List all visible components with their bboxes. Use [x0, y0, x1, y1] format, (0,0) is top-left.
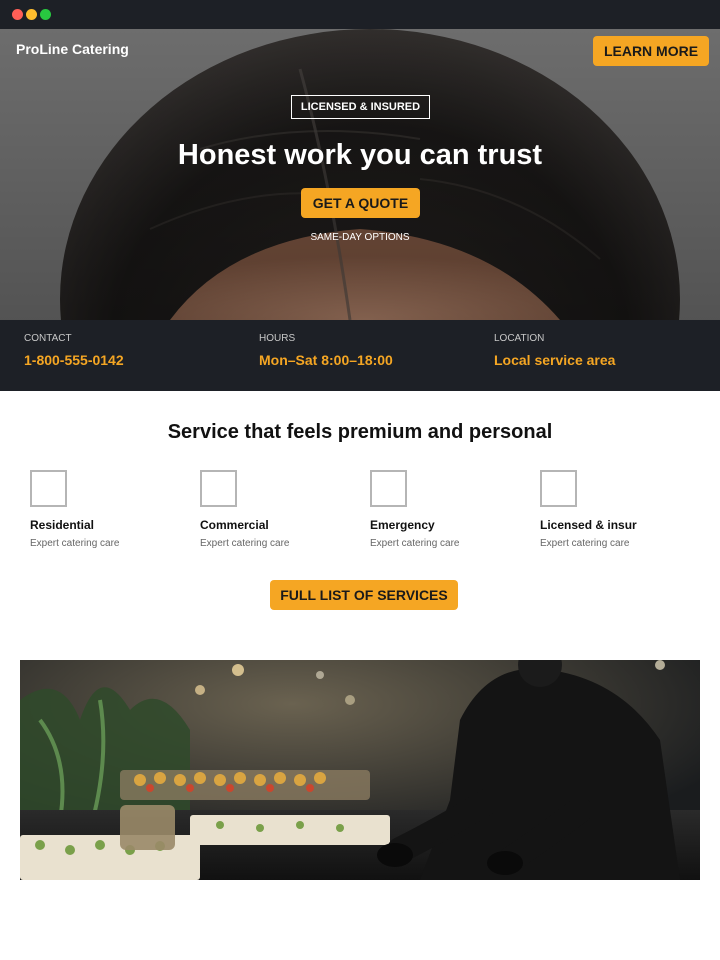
services-heading: Service that feels premium and personal: [167, 421, 553, 443]
service-card-commercial[interactable]: Commercial Expert catering care: [200, 470, 350, 549]
service-description: Expert catering care: [200, 538, 290, 549]
window-titlebar: [0, 0, 720, 29]
hero-title: Honest work you can trust: [177, 139, 543, 171]
info-label: CONTACT: [24, 333, 72, 344]
info-location: LOCATION Local service area: [494, 333, 615, 368]
service-card-licensed[interactable]: Licensed & insur Expert catering care: [540, 470, 690, 549]
service-description: Expert catering care: [540, 538, 630, 549]
service-title: Residential: [30, 518, 95, 532]
hero-subtitle: SAME-DAY OPTIONS: [310, 232, 410, 243]
hero-background-image: [0, 29, 720, 320]
service-icon-placeholder: [370, 470, 407, 507]
info-bar: CONTACT 1-800-555-0142 HOURS Mon–Sat 8:0…: [0, 320, 720, 391]
info-label: HOURS: [259, 333, 296, 344]
service-card-residential[interactable]: Residential Expert catering care: [30, 470, 180, 549]
service-description: Expert catering care: [370, 538, 460, 549]
catering-photo: [20, 660, 700, 880]
brand-logo[interactable]: ProLine Catering: [16, 41, 129, 57]
info-contact: CONTACT 1-800-555-0142: [24, 333, 124, 368]
service-title: Licensed & insur: [540, 518, 637, 532]
hero-section: ProLine Catering LEARN MORE LICENSED & I…: [0, 29, 720, 320]
close-window-button[interactable]: [12, 9, 23, 20]
service-title: Emergency: [370, 518, 435, 532]
learn-more-button[interactable]: LEARN MORE: [593, 36, 709, 66]
service-icon-placeholder: [30, 470, 67, 507]
service-icon-placeholder: [200, 470, 237, 507]
service-title: Commercial: [200, 518, 269, 532]
service-card-emergency[interactable]: Emergency Expert catering care: [370, 470, 520, 549]
info-hours: HOURS Mon–Sat 8:00–18:00: [259, 333, 393, 368]
licensed-badge: LICENSED & INSURED: [291, 95, 430, 119]
catering-image: [20, 660, 700, 880]
full-services-button[interactable]: FULL LIST OF SERVICES: [270, 580, 458, 610]
minimize-window-button[interactable]: [26, 9, 37, 20]
get-quote-button[interactable]: GET A QUOTE: [301, 188, 420, 218]
service-description: Expert catering care: [30, 538, 120, 549]
maximize-window-button[interactable]: [40, 9, 51, 20]
info-label: LOCATION: [494, 333, 545, 344]
service-icon-placeholder: [540, 470, 577, 507]
phone-link[interactable]: 1-800-555-0142: [24, 352, 124, 368]
location-value: Local service area: [494, 352, 616, 368]
hours-value: Mon–Sat 8:00–18:00: [259, 352, 393, 368]
